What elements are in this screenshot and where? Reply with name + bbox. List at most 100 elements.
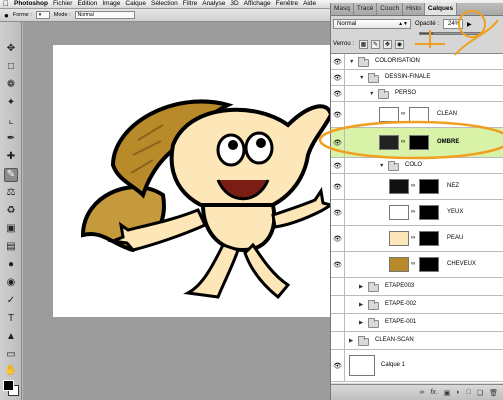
lock-pixels-icon[interactable]: ✎ — [371, 39, 381, 49]
marquee-tool-icon[interactable]: □ — [4, 60, 18, 74]
expand-triangle-icon[interactable]: ▼ — [359, 75, 364, 81]
layer-row-calque-1[interactable]: 👁 Calque 1 — [331, 350, 503, 382]
shape-tool-icon[interactable]: ▭ — [4, 348, 18, 362]
menu-photoshop[interactable]: Photoshop — [14, 0, 48, 8]
new-layer-icon[interactable]: ❏ — [477, 389, 483, 397]
layer-row-etape003[interactable]: ▶ ETAPE003 — [331, 278, 503, 296]
folder-icon[interactable]: □ — [467, 389, 471, 396]
trash-icon[interactable]: 🗑 — [489, 389, 498, 397]
visibility-toggle-empty[interactable] — [331, 332, 345, 349]
menu-3d[interactable]: 3D — [230, 0, 238, 8]
lasso-tool-icon[interactable]: ❁ — [4, 78, 18, 92]
apple-icon[interactable]:  — [3, 0, 9, 8]
menu-image[interactable]: Image — [102, 0, 120, 8]
brush-size-picker[interactable]: ▾ — [35, 11, 50, 19]
history-brush-icon[interactable]: ♻ — [4, 204, 18, 218]
move-tool-icon[interactable]: ✥ — [4, 42, 18, 56]
tab-historique[interactable]: Histo — [403, 3, 425, 15]
eraser-tool-icon[interactable]: ▣ — [4, 222, 18, 236]
menu-selection[interactable]: Sélection — [151, 0, 178, 8]
layer-row-nez[interactable]: 👁 ∞ NEZ — [331, 174, 503, 200]
eyedropper-tool-icon[interactable]: ✒ — [4, 132, 18, 146]
expand-triangle-icon[interactable]: ▼ — [369, 91, 374, 97]
menu-fichier[interactable]: Fichier — [53, 0, 73, 8]
opacity-arrow-icon[interactable]: ▶ — [467, 21, 472, 28]
layer-row-clean-scan[interactable]: ▶ CLEAN-SCAN — [331, 332, 503, 350]
visibility-eye-icon[interactable]: 👁 — [331, 252, 345, 277]
gradient-tool-icon[interactable]: ▤ — [4, 240, 18, 254]
tab-masques[interactable]: Masq — [331, 3, 354, 15]
menu-analyse[interactable]: Analyse — [202, 0, 225, 8]
link-icon[interactable]: ∞ — [411, 235, 415, 241]
foreground-color-swatch[interactable] — [3, 380, 14, 391]
visibility-eye-icon[interactable]: 👁 — [331, 54, 345, 69]
visibility-eye-icon[interactable]: 👁 — [331, 70, 345, 85]
visibility-toggle-empty[interactable] — [331, 314, 345, 331]
collapse-triangle-icon[interactable]: ▶ — [359, 284, 363, 290]
visibility-eye-icon[interactable]: 👁 — [331, 86, 345, 101]
type-tool-icon[interactable]: T — [4, 312, 18, 326]
collapse-triangle-icon[interactable]: ▶ — [359, 320, 363, 326]
layer-row-colorisation[interactable]: 👁 ▼ COLORISATION — [331, 54, 503, 70]
menu-fenetre[interactable]: Fenêtre — [276, 0, 298, 8]
magic-wand-icon[interactable]: ✦ — [4, 96, 18, 110]
layer-row-perso[interactable]: 👁 ▼ PERSO — [331, 86, 503, 102]
layer-row-dessin-finale[interactable]: 👁 ▼ DESSIN-FINALE — [331, 70, 503, 86]
link-icon[interactable]: ∞ — [419, 389, 424, 396]
link-icon[interactable]: ∞ — [411, 261, 415, 267]
link-icon[interactable]: ∞ — [411, 209, 415, 215]
layer-row-etape-001[interactable]: ▶ ETAPE-001 — [331, 314, 503, 332]
visibility-eye-icon[interactable]: 👁 — [331, 350, 345, 381]
stamp-tool-icon[interactable]: ⚖ — [4, 186, 18, 200]
expand-triangle-icon[interactable]: ▼ — [379, 163, 384, 169]
expand-triangle-icon[interactable]: ▼ — [349, 59, 354, 65]
collapse-triangle-icon[interactable]: ▶ — [349, 338, 353, 344]
opacity-slider[interactable] — [419, 32, 481, 35]
crop-tool-icon[interactable]: ⌞ — [4, 114, 18, 128]
visibility-toggle-empty[interactable] — [331, 296, 345, 313]
layer-row-peau[interactable]: 👁 ∞ PEAU — [331, 226, 503, 252]
layer-row-ombre[interactable]: 👁 ∞ OMBRE — [331, 128, 503, 158]
adjustment-icon[interactable]: ◐ — [456, 389, 460, 396]
brush-preset-icon[interactable]: ● — [4, 11, 9, 20]
tab-couches[interactable]: Couch — [377, 3, 404, 15]
fx-icon[interactable]: fx. — [430, 389, 437, 396]
layer-row-yeux[interactable]: 👁 ∞ YEUX — [331, 200, 503, 226]
menu-filtre[interactable]: Filtre — [183, 0, 197, 8]
lock-transparency-icon[interactable]: ▦ — [359, 39, 369, 49]
tab-traces[interactable]: Tracé — [354, 3, 378, 15]
layer-row-clean[interactable]: 👁 ∞ CLEAN — [331, 102, 503, 128]
mode-select[interactable]: Normal — [74, 11, 135, 19]
visibility-eye-icon[interactable]: 👁 — [331, 174, 345, 199]
blend-mode-select[interactable]: Normal ▲▼ — [333, 19, 411, 29]
healing-brush-icon[interactable]: ✚ — [4, 150, 18, 164]
lock-all-icon[interactable]: ◉ — [395, 39, 405, 49]
visibility-eye-icon[interactable]: 👁 — [331, 200, 345, 225]
link-icon[interactable]: ∞ — [401, 139, 405, 145]
menu-aide[interactable]: Aide — [303, 0, 316, 8]
document-canvas[interactable] — [53, 45, 333, 317]
layer-row-etape-002[interactable]: ▶ ETAPE-002 — [331, 296, 503, 314]
dodge-tool-icon[interactable]: ◉ — [4, 276, 18, 290]
visibility-eye-icon[interactable]: 👁 — [331, 158, 345, 173]
collapse-triangle-icon[interactable]: ▶ — [359, 302, 363, 308]
visibility-toggle-empty[interactable] — [331, 278, 345, 295]
visibility-eye-icon[interactable]: 👁 — [331, 226, 345, 251]
menu-calque[interactable]: Calque — [125, 0, 146, 8]
pen-tool-icon[interactable]: ✓ — [4, 294, 18, 308]
link-icon[interactable]: ∞ — [411, 183, 415, 189]
menu-affichage[interactable]: Affichage — [244, 0, 271, 8]
visibility-eye-icon[interactable]: 👁 — [331, 128, 345, 157]
mask-icon[interactable]: ▣ — [444, 389, 451, 397]
layer-row-colo[interactable]: 👁 ▼ COLO — [331, 158, 503, 174]
link-icon[interactable]: ∞ — [401, 111, 405, 117]
menu-edition[interactable]: Edition — [77, 0, 97, 8]
brush-tool-icon[interactable]: ✎ — [4, 168, 18, 182]
visibility-eye-icon[interactable]: 👁 — [331, 102, 345, 127]
path-select-icon[interactable]: ▲ — [4, 330, 18, 344]
hand-tool-icon[interactable]: ✋ — [4, 364, 18, 378]
opacity-input[interactable]: 24% — [443, 19, 464, 29]
layer-row-cheveux[interactable]: 👁 ∞ CHEVEUX — [331, 252, 503, 278]
lock-position-icon[interactable]: ✥ — [383, 39, 393, 49]
blur-tool-icon[interactable]: ● — [4, 258, 18, 272]
